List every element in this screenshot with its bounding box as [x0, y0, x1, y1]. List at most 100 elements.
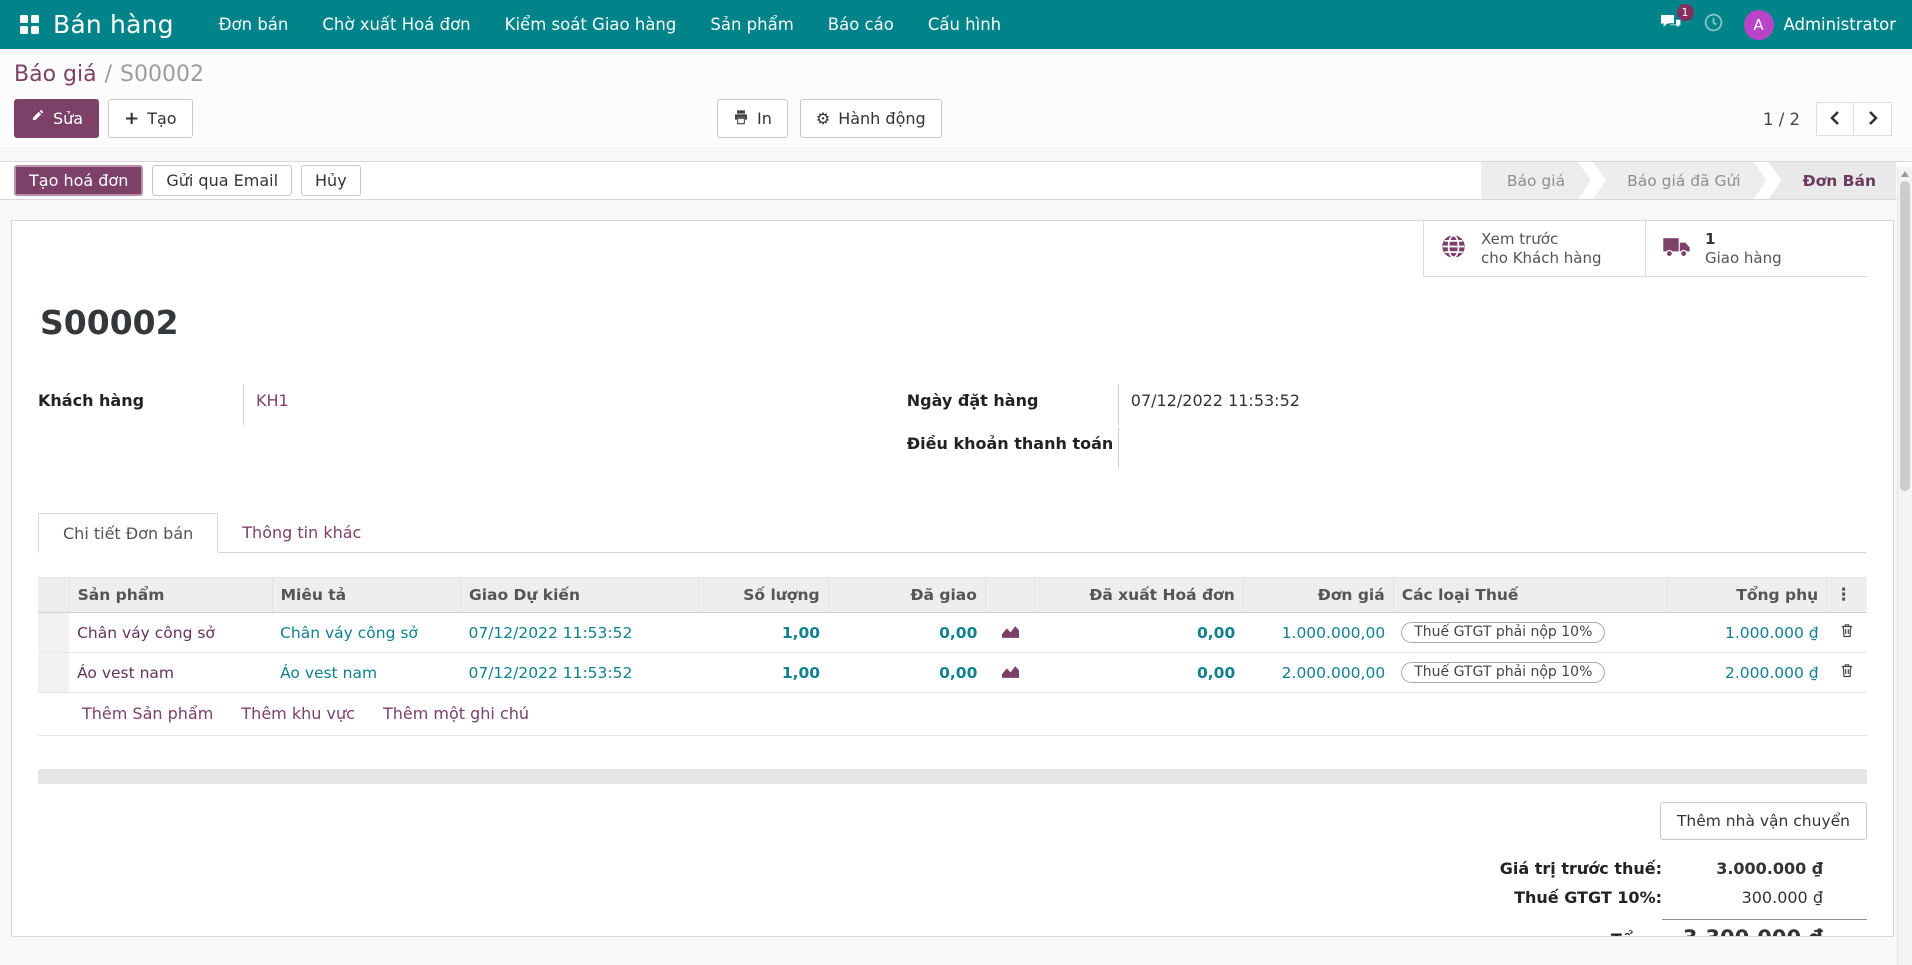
breadcrumb-current: S00002	[120, 62, 204, 87]
forecast-area-chart-icon[interactable]	[1001, 664, 1019, 682]
total-value: 3.300.000 ₫	[1662, 919, 1867, 936]
print-button[interactable]: In	[717, 99, 788, 138]
breadcrumb-quotations[interactable]: Báo giá	[14, 62, 97, 87]
col-description[interactable]: Miêu tả	[271, 577, 461, 613]
user-name: Administrator	[1783, 15, 1896, 34]
main-menu: Đơn bán Chờ xuất Hoá đơn Kiểm soát Giao …	[202, 0, 1018, 49]
sales-order-screen: Bán hàng Đơn bán Chờ xuất Hoá đơn Kiểm s…	[0, 0, 1912, 965]
horizontal-scrollbar-track[interactable]	[38, 769, 1867, 784]
untaxed-amount-value: 3.000.000 ₫	[1716, 859, 1823, 878]
col-delivered[interactable]: Đã giao	[827, 577, 986, 613]
cell-subtotal: 2.000.000 ₫	[1667, 652, 1827, 693]
cell-product[interactable]: Áo vest nam	[69, 652, 273, 693]
activities-clock-icon[interactable]	[1703, 12, 1724, 37]
cell-product[interactable]: Chân váy công sở	[69, 612, 273, 653]
order-lines-table: Sản phẩm Miêu tả Giao Dự kiến Số lượng Đ…	[38, 577, 1867, 693]
field-customer-value[interactable]: KH1	[256, 391, 289, 410]
cell-quantity: 1,00	[698, 612, 829, 653]
cell-invoiced: 0,00	[1034, 652, 1244, 693]
cell-description: Áo vest nam	[272, 652, 461, 693]
truck-icon	[1662, 236, 1691, 262]
table-row[interactable]: Áo vest nam Áo vest nam 07/12/2022 11:53…	[38, 652, 1867, 693]
delete-row-trash-icon[interactable]	[1839, 664, 1855, 683]
globe-icon	[1440, 233, 1467, 264]
table-row[interactable]: Chân váy công sở Chân váy công sở 07/12/…	[38, 612, 1867, 653]
add-section-link[interactable]: Thêm khu vực	[241, 704, 354, 723]
avatar: A	[1743, 9, 1774, 40]
col-invoiced[interactable]: Đã xuất Hoá đơn	[1034, 577, 1244, 613]
menu-products[interactable]: Sản phẩm	[693, 0, 810, 49]
col-delivery-date[interactable]: Giao Dự kiến	[459, 577, 699, 613]
customer-preview-button[interactable]: Xem trước cho Khách hàng	[1423, 221, 1645, 277]
chevron-right-icon	[1868, 110, 1878, 129]
col-product[interactable]: Sản phẩm	[68, 577, 273, 613]
edit-button[interactable]: Sửa	[14, 99, 100, 138]
tab-other-info[interactable]: Thông tin khác	[218, 513, 385, 553]
tax-amount-label: Thuế GTGT 10%:	[1514, 888, 1662, 907]
col-unit-price[interactable]: Đơn giá	[1242, 577, 1394, 613]
field-customer: Khách hàng KH1	[38, 384, 907, 425]
pager-next-button[interactable]	[1854, 102, 1892, 136]
delete-row-trash-icon[interactable]	[1839, 624, 1855, 643]
tax-tag: Thuế GTGT phải nộp 10%	[1401, 622, 1606, 643]
control-panel-buttons: Sửa + Tạo In ⚙ Hành động 1 / 2	[14, 99, 1896, 147]
cell-quantity: 1,00	[698, 652, 829, 693]
step-sales-order[interactable]: Đơn Bán	[1768, 162, 1896, 199]
delivery-stat-button[interactable]: 1 Giao hàng	[1645, 221, 1867, 277]
cell-delivery-date: 07/12/2022 11:53:52	[460, 652, 699, 693]
create-button[interactable]: + Tạo	[108, 99, 193, 138]
create-invoice-button[interactable]: Tạo hoá đơn	[14, 165, 144, 196]
user-menu[interactable]: A Administrator	[1743, 9, 1896, 40]
menu-delivery-control[interactable]: Kiểm soát Giao hàng	[488, 0, 694, 49]
action-button[interactable]: ⚙ Hành động	[799, 99, 942, 138]
add-note-link[interactable]: Thêm một ghi chú	[383, 704, 529, 723]
step-quotation[interactable]: Báo giá	[1481, 162, 1591, 199]
field-order-date-value: 07/12/2022 11:53:52	[1117, 384, 1867, 425]
vertical-scrollbar[interactable]	[1897, 167, 1912, 965]
form-sheet: Xem trước cho Khách hàng 1 Giao hàng S0000…	[11, 220, 1894, 937]
tax-amount-row: Thuế GTGT 10%: 300.000 ₫	[1514, 883, 1867, 912]
field-payment-terms-label: Điều khoản thanh toán	[906, 434, 1114, 453]
breadcrumb: Báo giá / S00002	[14, 62, 1896, 87]
col-quantity[interactable]: Số lượng	[697, 577, 829, 613]
apps-grid-icon[interactable]	[20, 15, 39, 34]
col-subtotal[interactable]: Tổng phụ	[1667, 577, 1827, 613]
menu-reporting[interactable]: Báo cáo	[811, 0, 911, 49]
cell-delivery-date: 07/12/2022 11:53:52	[460, 612, 699, 653]
tab-order-lines[interactable]: Chi tiết Đơn bán	[38, 513, 219, 553]
field-payment-terms-value[interactable]	[1117, 427, 1867, 468]
pencil-icon	[30, 109, 45, 128]
menu-configuration[interactable]: Cấu hình	[911, 0, 1018, 49]
statusbar: Tạo hoá đơn Gửi qua Email Hủy Báo giá Bá…	[0, 161, 1912, 200]
form-view: Xem trước cho Khách hàng 1 Giao hàng S0000…	[0, 200, 1912, 937]
cancel-button[interactable]: Hủy	[301, 165, 361, 196]
forecast-area-chart-icon[interactable]	[1001, 624, 1019, 642]
systray: 1 A Administrator	[1659, 3, 1896, 40]
order-title: S00002	[40, 303, 179, 342]
messages-button[interactable]: 1	[1659, 3, 1694, 39]
step-quotation-sent[interactable]: Báo giá đã Gửi	[1593, 162, 1767, 199]
menu-to-invoice[interactable]: Chờ xuất Hoá đơn	[305, 0, 487, 49]
untaxed-amount-row: Giá trị trước thuế: 3.000.000 ₫	[1500, 854, 1867, 883]
cell-unit-price: 2.000.000,00	[1243, 652, 1394, 693]
field-order-date: Ngày đặt hàng 07/12/2022 11:53:52	[907, 384, 1867, 425]
optional-columns-icon[interactable]: ⋮	[1826, 577, 1867, 613]
scroll-up-arrow-icon[interactable]	[1901, 171, 1909, 177]
stat-button-box: Xem trước cho Khách hàng 1 Giao hàng	[38, 221, 1867, 277]
pager-previous-button[interactable]	[1816, 102, 1854, 136]
add-shipping-button[interactable]: Thêm nhà vận chuyển	[1659, 802, 1867, 840]
send-by-email-button[interactable]: Gửi qua Email	[152, 165, 293, 196]
app-brand[interactable]: Bán hàng	[53, 10, 174, 39]
menu-orders[interactable]: Đơn bán	[202, 0, 306, 49]
totals-block: Thêm nhà vận chuyển Giá trị trước thuế: …	[38, 802, 1867, 936]
add-product-link[interactable]: Thêm Sản phẩm	[82, 704, 213, 723]
chevron-left-icon	[1830, 110, 1840, 129]
gear-icon: ⚙	[815, 108, 831, 128]
cell-delivered: 0,00	[828, 652, 986, 693]
control-panel: Báo giá / S00002 Sửa + Tạo In ⚙ Hành độn…	[0, 49, 1912, 147]
col-taxes[interactable]: Các loại Thuế	[1392, 577, 1668, 613]
scrollbar-thumb[interactable]	[1900, 181, 1910, 491]
status-steps: Báo giá Báo giá đã Gửi Đơn Bán	[1479, 162, 1912, 199]
plus-icon: +	[124, 107, 140, 129]
total-row: Tổng: 3.300.000 ₫	[1611, 914, 1867, 936]
